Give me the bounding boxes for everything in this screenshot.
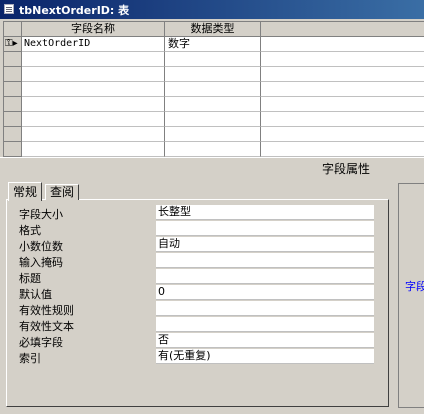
- row-selector[interactable]: [4, 142, 22, 157]
- property-value-default-value[interactable]: 0: [156, 285, 374, 300]
- data-type-cell[interactable]: [165, 82, 261, 97]
- field-properties-heading: 字段属性: [322, 162, 371, 176]
- field-name-cell[interactable]: [22, 112, 165, 127]
- property-label: 标题: [19, 272, 41, 285]
- property-row[interactable]: 字段大小 长整型: [19, 205, 375, 221]
- property-value-validation-rule[interactable]: [156, 301, 374, 316]
- column-header-field-name[interactable]: 字段名称: [22, 22, 165, 37]
- property-value-format[interactable]: [156, 221, 374, 236]
- row-selector[interactable]: [4, 67, 22, 82]
- description-cell[interactable]: [261, 112, 424, 127]
- property-label: 索引: [19, 352, 41, 365]
- field-name-cell[interactable]: [22, 82, 165, 97]
- window-title: tbNextOrderID: 表: [19, 4, 130, 17]
- table-design-grid[interactable]: 字段名称 数据类型 ⚿▸ NextOrderID 数字: [3, 21, 424, 157]
- property-value-validation-text[interactable]: [156, 317, 374, 332]
- property-value-field-size[interactable]: 长整型: [156, 205, 374, 220]
- data-type-cell[interactable]: 数字: [165, 37, 261, 52]
- property-value-caption[interactable]: [156, 269, 374, 284]
- description-cell[interactable]: [261, 67, 424, 82]
- field-name-cell[interactable]: [22, 67, 165, 82]
- tab-lookup[interactable]: 查阅: [45, 184, 80, 200]
- property-label: 输入掩码: [19, 256, 63, 269]
- column-header-data-type[interactable]: 数据类型: [165, 22, 261, 37]
- property-row[interactable]: 小数位数 自动: [19, 237, 375, 253]
- data-type-cell[interactable]: [165, 112, 261, 127]
- property-value-input-mask[interactable]: [156, 253, 374, 268]
- data-type-cell[interactable]: [165, 127, 261, 142]
- property-row[interactable]: 输入掩码: [19, 253, 375, 269]
- field-name-cell[interactable]: NextOrderID: [22, 37, 165, 52]
- corner-selector[interactable]: [4, 22, 22, 37]
- data-type-cell[interactable]: [165, 142, 261, 157]
- field-name-cell[interactable]: [22, 52, 165, 67]
- row-selector[interactable]: [4, 127, 22, 142]
- field-name-cell[interactable]: [22, 127, 165, 142]
- table-icon: [4, 4, 14, 14]
- property-row[interactable]: 标题: [19, 269, 375, 285]
- row-selector[interactable]: [4, 112, 22, 127]
- property-label: 格式: [19, 224, 41, 237]
- field-name-cell[interactable]: [22, 142, 165, 157]
- description-cell[interactable]: [261, 37, 424, 52]
- property-label: 必填字段: [19, 336, 63, 349]
- property-row[interactable]: 格式: [19, 221, 375, 237]
- property-value-required[interactable]: 否: [156, 333, 374, 348]
- tab-general[interactable]: 常规: [8, 182, 43, 201]
- row-selector[interactable]: [4, 97, 22, 112]
- primary-key-icon: ⚿▸: [5, 38, 18, 49]
- description-cell[interactable]: [261, 52, 424, 67]
- property-row[interactable]: 默认值 0: [19, 285, 375, 301]
- property-row[interactable]: 必填字段 否: [19, 333, 375, 349]
- splitter[interactable]: [0, 157, 424, 158]
- property-label: 默认值: [19, 288, 52, 301]
- description-cell[interactable]: [261, 82, 424, 97]
- row-selector[interactable]: ⚿▸: [4, 37, 22, 52]
- property-label: 有效性文本: [19, 320, 74, 333]
- property-value-decimal-places[interactable]: 自动: [156, 237, 374, 252]
- data-type-cell[interactable]: [165, 67, 261, 82]
- description-cell[interactable]: [261, 142, 424, 157]
- property-label: 字段大小: [19, 208, 63, 221]
- field-properties-tabs: 字段大小 长整型 格式 小数位数 自动 输入掩码 标题 默认值 0 有效性规则 …: [6, 182, 391, 408]
- tab-panel-general: 字段大小 长整型 格式 小数位数 自动 输入掩码 标题 默认值 0 有效性规则 …: [6, 199, 389, 407]
- data-type-cell[interactable]: [165, 97, 261, 112]
- property-value-indexed[interactable]: 有(无重复): [156, 349, 374, 364]
- property-row[interactable]: 有效性规则: [19, 301, 375, 317]
- property-label: 小数位数: [19, 240, 63, 253]
- description-cell[interactable]: [261, 127, 424, 142]
- field-name-cell[interactable]: [22, 97, 165, 112]
- column-header-description[interactable]: [261, 22, 424, 37]
- window-titlebar[interactable]: tbNextOrderID: 表: [0, 0, 424, 19]
- property-row[interactable]: 有效性文本: [19, 317, 375, 333]
- property-label: 有效性规则: [19, 304, 74, 317]
- row-selector[interactable]: [4, 52, 22, 67]
- row-selector[interactable]: [4, 82, 22, 97]
- help-text: 字段: [405, 280, 424, 293]
- description-cell[interactable]: [261, 97, 424, 112]
- property-row[interactable]: 索引 有(无重复): [19, 349, 375, 365]
- help-panel: 字段: [398, 183, 424, 408]
- data-type-cell[interactable]: [165, 52, 261, 67]
